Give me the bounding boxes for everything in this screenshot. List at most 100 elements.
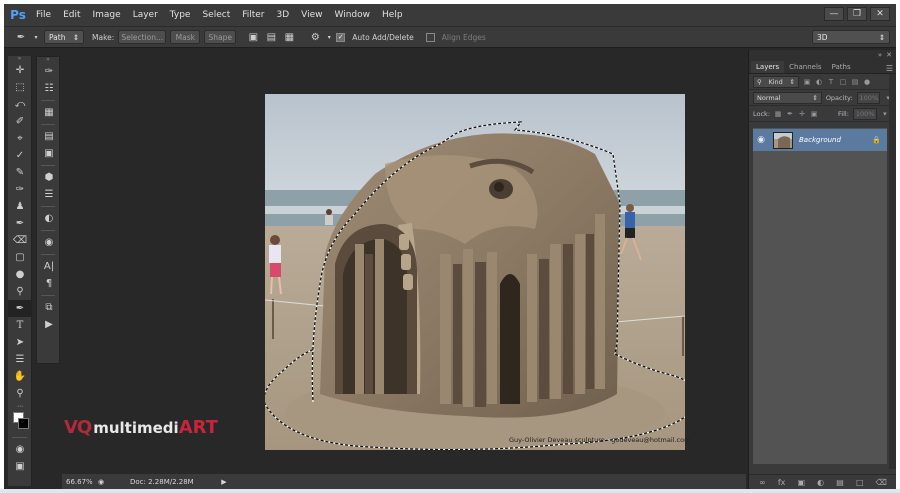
fx-icon[interactable]: fx: [778, 478, 786, 487]
histogram-icon[interactable]: ▤: [37, 128, 61, 145]
menu-image[interactable]: Image: [87, 4, 127, 26]
color-swatches[interactable]: [8, 410, 32, 434]
brush-preset-icon[interactable]: ✑: [37, 63, 61, 80]
path-arrangement-icon[interactable]: ▦: [282, 30, 296, 44]
close-panel-icon[interactable]: ✕: [886, 51, 892, 59]
trash-icon[interactable]: ⌫: [876, 478, 887, 487]
gear-icon[interactable]: ⚙: [308, 30, 322, 44]
play-icon[interactable]: ▶: [37, 316, 61, 333]
mode-select[interactable]: Path ⇕: [44, 30, 84, 44]
filter-shape-icon[interactable]: □: [839, 78, 847, 86]
lasso-icon[interactable]: ⤺: [8, 96, 32, 113]
pen-icon[interactable]: ✒: [14, 30, 28, 44]
opacity-field[interactable]: 100%: [856, 91, 881, 104]
type-icon[interactable]: T: [8, 317, 32, 334]
clone-stamp-icon[interactable]: ♟: [8, 198, 32, 215]
healing-brush-icon[interactable]: ✎: [8, 164, 32, 181]
layer-comps-icon[interactable]: ⧉: [37, 299, 61, 316]
filter-type-icon[interactable]: T: [827, 78, 835, 86]
workspace-select[interactable]: 3D ⇕: [812, 30, 890, 44]
auto-add-delete-checkbox[interactable]: ✓: [336, 32, 346, 42]
menu-select[interactable]: Select: [196, 4, 236, 26]
status-menu-arrow-icon[interactable]: ▶: [218, 478, 230, 486]
eye-icon[interactable]: ◉: [753, 135, 769, 145]
crop-icon[interactable]: ⌖: [8, 130, 32, 147]
restore-icon[interactable]: ❐: [847, 7, 867, 21]
paragraph-icon[interactable]: ¶: [37, 275, 61, 292]
panel-menu-icon[interactable]: ☰: [886, 64, 896, 73]
menu-help[interactable]: Help: [376, 4, 409, 26]
collapse-icon[interactable]: »: [878, 51, 882, 59]
shape-button[interactable]: Shape: [204, 30, 237, 44]
background-color[interactable]: [18, 418, 29, 429]
pen-icon[interactable]: ✒: [8, 300, 32, 317]
folder-icon[interactable]: ▤: [836, 478, 844, 487]
filter-toggle-icon[interactable]: ●: [863, 78, 871, 86]
paths-icon[interactable]: ◉: [37, 234, 61, 251]
character-icon[interactable]: ☷: [37, 80, 61, 97]
3d-icon[interactable]: ⬢: [37, 169, 61, 186]
layer-row-background[interactable]: ◉ Background 🔒: [753, 129, 887, 151]
tab-channels[interactable]: Channels: [784, 61, 826, 73]
type-panel-icon[interactable]: A|: [37, 258, 61, 275]
tab-paths[interactable]: Paths: [827, 61, 856, 73]
marquee-icon[interactable]: ⬚: [8, 79, 32, 96]
zoom-level[interactable]: 66.67%: [62, 478, 94, 486]
tab-layers[interactable]: Layers: [751, 61, 785, 73]
shape-icon[interactable]: ☰: [8, 351, 32, 368]
fill-field[interactable]: 100%: [852, 107, 877, 120]
adjust-icon[interactable]: ☰: [37, 186, 61, 203]
selection-button[interactable]: Selection...: [118, 30, 167, 44]
document-area[interactable]: [62, 56, 746, 474]
history-brush-icon[interactable]: ✒: [8, 215, 32, 232]
lock-transparent-icon[interactable]: ▦: [774, 110, 782, 118]
filter-pixel-icon[interactable]: ▣: [803, 78, 811, 86]
menu-filter[interactable]: Filter: [236, 4, 270, 26]
path-select-icon[interactable]: ➤: [8, 334, 32, 351]
eyedropper-icon[interactable]: ✓: [8, 147, 32, 164]
menu-file[interactable]: File: [30, 4, 57, 26]
menu-layer[interactable]: Layer: [127, 4, 164, 26]
layer-name[interactable]: Background: [799, 136, 872, 144]
menu-window[interactable]: Window: [329, 4, 377, 26]
blur-icon[interactable]: ●: [8, 266, 32, 283]
canvas-image[interactable]: [265, 94, 685, 450]
eraser-icon[interactable]: ⌫: [8, 232, 32, 249]
quick-mask-icon[interactable]: ◉: [8, 441, 32, 458]
swatches-icon[interactable]: ▦: [37, 104, 61, 121]
dodge-icon[interactable]: ⚲: [8, 283, 32, 300]
menu-3d[interactable]: 3D: [271, 4, 296, 26]
new-layer-icon[interactable]: □: [856, 478, 864, 487]
chevron-down-icon[interactable]: ▾: [326, 30, 332, 44]
filter-adjust-icon[interactable]: ◐: [815, 78, 823, 86]
path-alignment-icon[interactable]: ▤: [264, 30, 278, 44]
menu-type[interactable]: Type: [164, 4, 197, 26]
screen-mode-icon[interactable]: ▣: [8, 458, 32, 475]
move-icon[interactable]: ✛: [8, 62, 32, 79]
filter-smart-icon[interactable]: ▤: [851, 78, 859, 86]
hand-icon[interactable]: ✋: [8, 368, 32, 385]
align-edges-checkbox[interactable]: ✓: [425, 32, 435, 42]
close-icon[interactable]: ✕: [870, 7, 890, 21]
brush-icon[interactable]: ✑: [8, 181, 32, 198]
mask-icon[interactable]: ▣: [798, 478, 806, 487]
mask-button[interactable]: Mask: [170, 30, 201, 44]
lock-all-icon[interactable]: ▣: [810, 110, 818, 118]
filter-kind-select[interactable]: ⚲ Kind ⇕: [753, 75, 799, 88]
link-icon[interactable]: ∞: [759, 478, 766, 487]
quick-select-icon[interactable]: ✐: [8, 113, 32, 130]
adjustment-icon[interactable]: ◐: [817, 478, 824, 487]
circle-icon[interactable]: ◐: [37, 210, 61, 227]
menu-view[interactable]: View: [295, 4, 328, 26]
chevron-down-icon[interactable]: ▾: [32, 30, 40, 44]
minimize-icon[interactable]: —: [824, 7, 844, 21]
gradient-icon[interactable]: ▢: [8, 249, 32, 266]
menu-edit[interactable]: Edit: [57, 4, 86, 26]
lock-pixels-icon[interactable]: ✒: [786, 110, 794, 118]
chevron-down-icon[interactable]: ▾: [881, 110, 889, 118]
blend-mode-select[interactable]: Normal ⇕: [753, 91, 822, 104]
more-tools-icon[interactable]: ⋯: [8, 402, 32, 410]
lock-position-icon[interactable]: ✛: [798, 110, 806, 118]
path-operations-icon[interactable]: ▣: [246, 30, 260, 44]
zoom-icon[interactable]: ⚲: [8, 385, 32, 402]
